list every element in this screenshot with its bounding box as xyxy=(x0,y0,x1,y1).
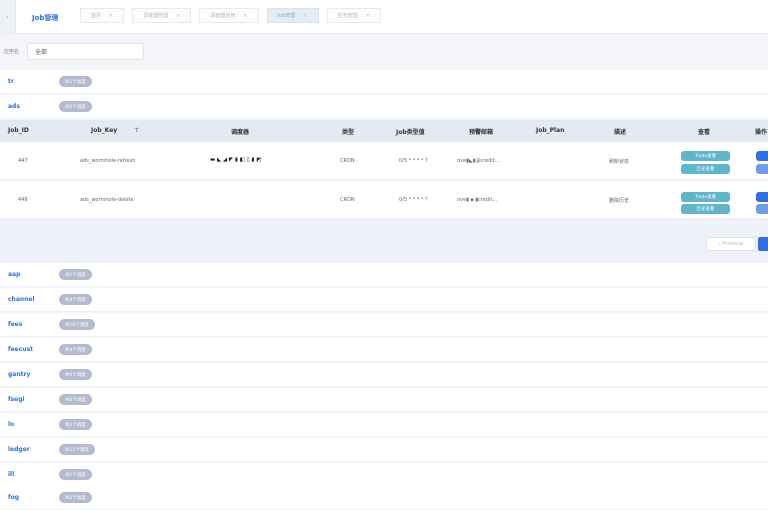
group-name[interactable]: lo xyxy=(8,421,14,428)
trade-view-button[interactable]: Trade查看 xyxy=(681,192,730,202)
col-scheduler: 调度器 xyxy=(231,129,250,136)
group-row[interactable]: ill 共1个调度 xyxy=(0,463,768,487)
menu-icon: ‹ xyxy=(6,13,9,21)
action-button[interactable] xyxy=(756,164,768,174)
group-name[interactable]: ill xyxy=(8,471,14,478)
close-icon[interactable]: × xyxy=(109,13,113,19)
count-badge: 共1个调度 xyxy=(59,76,92,87)
count-badge: 共1个调度 xyxy=(59,269,92,280)
col-job-key: Job_Key xyxy=(91,127,118,134)
col-job-plan: Job_Plan xyxy=(536,127,565,134)
col-action: 操作 xyxy=(755,129,768,136)
filter-icon[interactable]: ⊤ xyxy=(134,127,139,134)
job-type: CRON xyxy=(340,158,355,164)
tab-scheduler-app[interactable]: 调度器应用 × xyxy=(199,8,259,23)
close-icon[interactable]: × xyxy=(303,13,307,19)
count-badge: 共4个调度 xyxy=(59,294,92,305)
group-row[interactable]: fsegi 共3个调度 xyxy=(0,388,768,412)
action-button[interactable] xyxy=(756,204,768,214)
job-type: CRON xyxy=(340,197,355,203)
group-name[interactable]: tr xyxy=(8,78,14,85)
group-row[interactable]: lo 共2个调度 xyxy=(0,413,768,437)
count-badge: 共3个调度 xyxy=(59,394,92,405)
job-value: 0/5 * * * * ? xyxy=(399,158,428,164)
job-desc: 刷新状态 xyxy=(609,159,630,165)
group-name[interactable]: feecust xyxy=(8,346,33,353)
count-badge: 共1个调度 xyxy=(59,469,92,480)
edit-button[interactable] xyxy=(756,151,768,161)
job-key: ads_wormhole-refresh xyxy=(80,158,136,164)
table-header: Job_ID Job_Key ⊤ 调度器 类型 Job类型值 预警邮箱 Job_… xyxy=(0,120,768,142)
group-name[interactable]: ads xyxy=(8,103,20,110)
group-row[interactable]: gantry 共3个调度 xyxy=(0,363,768,387)
close-icon[interactable]: × xyxy=(243,13,247,19)
job-key: ads_wormhole-delete xyxy=(80,197,134,203)
trade-view-button[interactable]: Trade查看 xyxy=(681,151,730,161)
tab-scheduler-manage[interactable]: 调度器管理 × xyxy=(132,8,192,23)
close-icon[interactable]: × xyxy=(176,13,180,19)
tab-home[interactable]: 首页 × xyxy=(80,8,125,23)
tab-job-manage[interactable]: Job管理 × xyxy=(266,8,319,23)
group-name[interactable]: aap xyxy=(8,271,20,278)
pagination-previous[interactable]: ‹ Previous xyxy=(706,237,756,251)
alert-email: ove▮ ▪ ▮credit... xyxy=(457,197,498,203)
col-desc: 描述 xyxy=(614,129,627,136)
job-desc: 删除历史 xyxy=(609,198,630,204)
history-view-button[interactable]: 历史查看 xyxy=(681,204,730,214)
table-row: 448 ads_wormhole-delete CRON 0/5 * * * *… xyxy=(0,181,768,219)
group-name[interactable]: gantry xyxy=(8,371,30,378)
col-email: 预警邮箱 xyxy=(469,129,494,136)
group-row[interactable]: channel 共4个调度 xyxy=(0,288,768,312)
count-badge: 共11个调度 xyxy=(59,444,95,455)
col-job-id: Job_ID xyxy=(8,127,29,134)
edit-button[interactable] xyxy=(756,192,768,202)
app-select[interactable]: 全部 xyxy=(27,43,144,60)
count-badge: 共4个调度 xyxy=(59,344,92,355)
sidebar-toggle[interactable]: ‹ xyxy=(0,0,16,34)
page-title: Job管理 xyxy=(32,14,59,22)
group-row[interactable]: fog 共2个调度 xyxy=(0,486,768,510)
group-name[interactable]: fsegi xyxy=(8,396,25,403)
close-icon[interactable]: × xyxy=(366,13,370,19)
tab-bar: 首页 × 调度器管理 × 调度器应用 × Job管理 × 任务管理 × xyxy=(80,8,389,23)
group-name[interactable]: fog xyxy=(8,494,19,501)
group-row[interactable]: ads 共2个调度 xyxy=(0,95,768,119)
table-row: 447 ads_wormhole-refresh ▬ ◣ ◢ ◤ ▮ ◧ ▯ ▮… xyxy=(0,142,768,180)
top-bar: ‹ Job管理 首页 × 调度器管理 × 调度器应用 × Job管理 × 任务管理 × xyxy=(0,0,768,34)
scheduler-value: ▬ ◣ ◢ ◤ ▮ ◧ ▯ ▮ ◩ xyxy=(210,157,262,163)
count-badge: 共2个调度 xyxy=(59,492,92,503)
group-name[interactable]: ledger xyxy=(8,446,30,453)
group-row[interactable]: feecust 共4个调度 xyxy=(0,338,768,362)
col-job-value: Job类型值 xyxy=(396,129,425,136)
job-id: 448 xyxy=(18,197,28,203)
count-badge: 共2个调度 xyxy=(59,419,92,430)
filter-bar: 应用名 全部 xyxy=(0,34,768,68)
group-name[interactable]: channel xyxy=(8,296,35,303)
job-id: 447 xyxy=(18,158,28,164)
history-view-button[interactable]: 历史查看 xyxy=(681,164,730,174)
tab-task-manage[interactable]: 任务管理 × xyxy=(326,8,381,23)
filter-label: 应用名 xyxy=(4,49,20,55)
col-type: 类型 xyxy=(342,129,355,136)
count-badge: 共3个调度 xyxy=(59,369,92,380)
count-badge: 共10个调度 xyxy=(59,319,95,330)
alert-email: ove▮◣▮@credit... xyxy=(457,158,500,164)
group-row[interactable]: aap 共1个调度 xyxy=(0,263,768,287)
group-row[interactable]: ledger 共11个调度 xyxy=(0,438,768,462)
count-badge: 共2个调度 xyxy=(59,101,92,112)
group-row[interactable]: fees 共10个调度 xyxy=(0,313,768,337)
group-row[interactable]: tr 共1个调度 xyxy=(0,70,768,94)
group-name[interactable]: fees xyxy=(8,321,22,328)
job-value: 0/5 * * * * ? xyxy=(399,197,428,203)
col-view: 查看 xyxy=(698,129,711,136)
pagination-page[interactable] xyxy=(758,237,768,251)
job-table: Job_ID Job_Key ⊤ 调度器 类型 Job类型值 预警邮箱 Job_… xyxy=(0,120,768,263)
